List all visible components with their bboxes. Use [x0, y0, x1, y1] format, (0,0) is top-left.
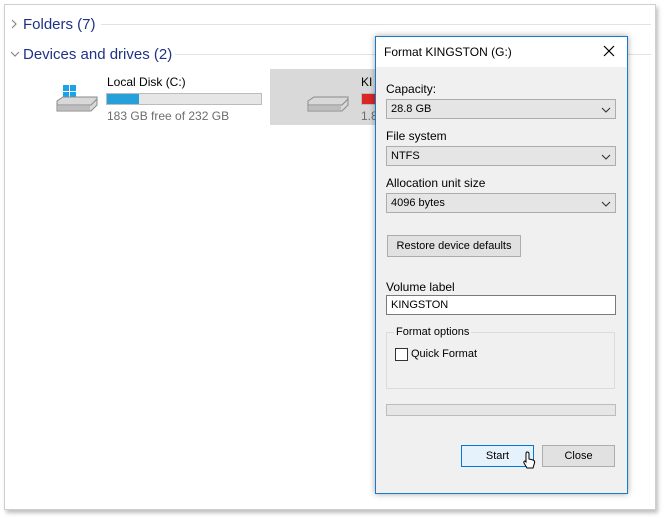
volume-label-label: Volume label [386, 280, 455, 294]
volume-label-input[interactable]: KINGSTON [386, 295, 616, 315]
quick-format-label[interactable]: Quick Format [411, 348, 477, 360]
alloc-select[interactable]: 4096 bytes [386, 193, 616, 213]
format-options-label: Format options [394, 326, 472, 338]
chevron-down-icon [601, 152, 611, 162]
filesystem-select[interactable]: NTFS [386, 146, 616, 166]
restore-defaults-button[interactable]: Restore device defaults [387, 235, 521, 257]
alloc-value: 4096 bytes [391, 197, 445, 209]
volume-label-value: KINGSTON [391, 299, 449, 311]
chevron-down-icon [9, 49, 23, 59]
quick-format-checkbox[interactable] [395, 348, 408, 361]
drive-name: KI [361, 75, 373, 89]
drive-item-c[interactable]: Local Disk (C:) 183 GB free of 232 GB [49, 69, 269, 127]
drive-name: Local Disk (C:) [107, 75, 186, 89]
folders-group-header[interactable]: Folders (7) [9, 13, 96, 35]
dialog-title: Format KINGSTON (G:) [384, 45, 512, 59]
alloc-label: Allocation unit size [386, 176, 486, 190]
drive-usage-bar [106, 93, 262, 105]
drive-item-g[interactable]: KI 1.8 [270, 69, 401, 125]
capacity-label: Capacity: [386, 82, 437, 96]
dialog-titlebar[interactable]: Format KINGSTON (G:) [376, 37, 627, 67]
close-button[interactable]: Close [542, 445, 615, 467]
devices-group-header[interactable]: Devices and drives (2) [9, 43, 172, 65]
windows-drive-icon [53, 83, 99, 120]
usb-drive-icon [304, 83, 350, 120]
capacity-select[interactable]: 28.8 GB [386, 99, 616, 119]
filesystem-label: File system [386, 129, 447, 143]
explorer-window: Folders (7) Devices and drives (2) Local… [4, 4, 656, 510]
format-dialog: Format KINGSTON (G:) Capacity: 28.8 GB F… [375, 36, 628, 494]
group-divider [101, 24, 651, 25]
chevron-down-icon [601, 105, 611, 115]
folders-group-label: Folders (7) [23, 15, 96, 33]
close-icon[interactable] [599, 41, 619, 61]
filesystem-value: NTFS [391, 150, 420, 162]
chevron-right-icon [9, 18, 23, 30]
devices-group-label: Devices and drives (2) [23, 45, 173, 63]
capacity-value: 28.8 GB [391, 103, 432, 115]
format-options-group [386, 332, 615, 389]
format-progress-bar [386, 404, 616, 416]
drive-free-text: 183 GB free of 232 GB [107, 109, 230, 123]
mouse-cursor-icon [522, 451, 536, 474]
drive-usage-fill [107, 94, 140, 104]
chevron-down-icon [601, 199, 611, 209]
